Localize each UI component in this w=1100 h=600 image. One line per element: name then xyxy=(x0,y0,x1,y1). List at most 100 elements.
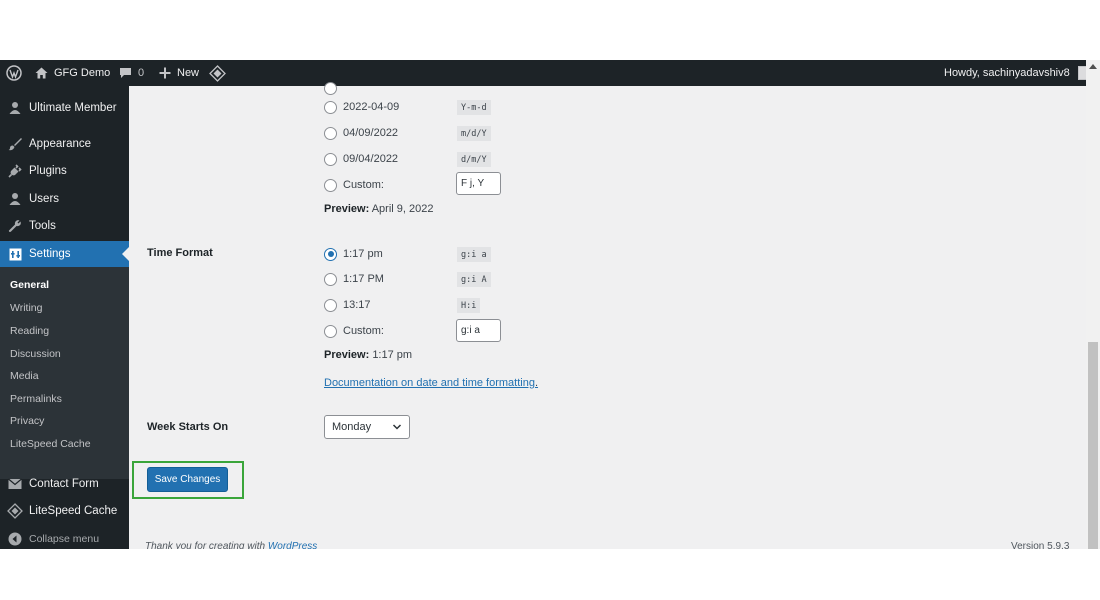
preview-label: Preview: xyxy=(324,349,370,361)
scroll-up-arrow-icon[interactable] xyxy=(1089,64,1097,69)
sidebar-item-label: Collapse menu xyxy=(29,533,100,545)
preview-label: Preview: xyxy=(324,203,370,215)
preview-value: 1:17 pm xyxy=(372,349,413,361)
save-changes-button[interactable]: Save Changes xyxy=(147,467,228,492)
date-format-option-dmy[interactable]: 09/04/2022 xyxy=(324,151,398,167)
radio-button[interactable] xyxy=(324,247,337,261)
admin-bar: GFG Demo 0 New Howdy, sachinyadavshiv8 xyxy=(0,60,1092,86)
option-label: 2022-04-09 xyxy=(343,101,400,113)
radio-button[interactable] xyxy=(324,178,337,192)
submenu-item-litespeed-cache[interactable]: LiteSpeed Cache xyxy=(10,438,91,450)
sidebar-item-label: Appearance xyxy=(29,138,92,150)
time-format-option-lowercase[interactable]: 1:17 pm xyxy=(324,246,383,262)
howdy-text: Howdy, sachinyadavshiv8 xyxy=(944,67,1070,79)
admin-sidebar: Ultimate Member Appearance Plugins Users… xyxy=(0,86,129,549)
home-icon xyxy=(35,67,48,79)
plus-icon xyxy=(159,67,171,79)
date-format-option-partial[interactable] xyxy=(324,80,337,96)
wrench-icon xyxy=(7,218,23,234)
submenu-item-media[interactable]: Media xyxy=(10,370,39,382)
submenu-item-permalinks[interactable]: Permalinks xyxy=(10,393,62,405)
date-time-doc-link[interactable]: Documentation on date and time formattin… xyxy=(324,377,538,389)
sidebar-item-contact-form[interactable]: Contact Form xyxy=(0,471,129,497)
time-format-option-custom[interactable]: Custom: xyxy=(324,323,384,339)
format-code: H:i xyxy=(457,298,481,313)
version-text: Version 5.9.3 xyxy=(1011,541,1070,549)
time-format-label: Time Format xyxy=(147,247,213,259)
date-format-option-custom[interactable]: Custom: xyxy=(324,177,384,193)
scrollbar-thumb[interactable] xyxy=(1088,342,1098,549)
sidebar-item-label: Ultimate Member xyxy=(29,102,117,114)
sidebar-item-label: LiteSpeed Cache xyxy=(29,505,118,517)
mail-icon xyxy=(7,476,23,492)
sidebar-item-ultimate-member[interactable]: Ultimate Member xyxy=(0,95,129,121)
radio-button[interactable] xyxy=(324,126,337,140)
screenshot-viewport: GFG Demo 0 New Howdy, sachinyadavshiv8 U… xyxy=(0,60,1100,549)
submenu-item-general[interactable]: General xyxy=(10,279,49,291)
submenu-item-privacy[interactable]: Privacy xyxy=(10,415,44,427)
comments-link[interactable]: 0 xyxy=(119,60,144,86)
time-format-preview: Preview: 1:17 pm xyxy=(324,349,412,361)
settings-content: 2022-04-09 Y-m-d 04/09/2022 m/d/Y 09/04/… xyxy=(129,81,1086,549)
submenu-item-reading[interactable]: Reading xyxy=(10,325,49,337)
comment-icon xyxy=(120,68,131,78)
date-format-option-mdy[interactable]: 04/09/2022 xyxy=(324,125,398,141)
date-format-preview: Preview: April 9, 2022 xyxy=(324,203,433,215)
radio-button[interactable] xyxy=(324,152,337,166)
footer-thanks-text: Thank you for creating with xyxy=(145,541,266,549)
site-name-link[interactable]: GFG Demo xyxy=(35,60,110,86)
radio-button[interactable] xyxy=(324,272,337,286)
week-starts-select[interactable]: Monday xyxy=(324,415,410,439)
radio-button[interactable] xyxy=(324,100,337,114)
option-label: 1:17 pm xyxy=(343,248,383,260)
submenu-item-writing[interactable]: Writing xyxy=(10,302,42,314)
site-name: GFG Demo xyxy=(54,67,111,79)
radio-button[interactable] xyxy=(324,81,337,95)
option-label: 09/04/2022 xyxy=(343,153,399,165)
sidebar-item-plugins[interactable]: Plugins xyxy=(0,158,129,184)
link-period: . xyxy=(534,377,539,389)
radio-button[interactable] xyxy=(324,298,337,312)
format-code: g:i a xyxy=(457,247,491,262)
sidebar-item-litespeed-cache[interactable]: LiteSpeed Cache xyxy=(0,498,129,524)
sidebar-item-users[interactable]: Users xyxy=(0,186,129,212)
option-label: 1:17 PM xyxy=(343,273,384,285)
sidebar-item-label: Users xyxy=(29,193,60,205)
comments-count: 0 xyxy=(138,67,145,79)
format-code: d/m/Y xyxy=(457,152,491,167)
option-label: 04/09/2022 xyxy=(343,127,399,139)
sidebar-item-label: Contact Form xyxy=(29,478,99,490)
doc-link-text[interactable]: Documentation on date and time formattin… xyxy=(324,377,535,389)
diamond-icon xyxy=(7,503,23,519)
submenu-item-discussion[interactable]: Discussion xyxy=(10,348,61,360)
new-content-link[interactable]: New xyxy=(159,60,199,86)
preview-value: April 9, 2022 xyxy=(371,203,434,215)
sidebar-item-label: Tools xyxy=(29,220,56,232)
sidebar-item-settings[interactable]: Settings xyxy=(0,241,129,267)
collapse-icon xyxy=(7,531,23,547)
chevron-down-icon xyxy=(392,424,402,430)
custom-time-format-input[interactable] xyxy=(456,319,501,342)
sidebar-item-label: Plugins xyxy=(29,165,67,177)
settings-icon xyxy=(7,246,23,262)
radio-button[interactable] xyxy=(324,324,337,338)
time-format-option-uppercase[interactable]: 1:17 PM xyxy=(324,271,384,287)
sidebar-item-tools[interactable]: Tools xyxy=(0,213,129,239)
selected-value: Monday xyxy=(332,421,372,433)
my-account-menu[interactable]: Howdy, sachinyadavshiv8 xyxy=(944,60,1092,86)
brush-icon xyxy=(7,136,23,152)
format-code: m/d/Y xyxy=(457,126,491,141)
option-label: Custom: xyxy=(343,325,384,337)
user-icon xyxy=(7,100,23,116)
custom-date-format-input[interactable] xyxy=(456,172,501,195)
week-starts-label: Week Starts On xyxy=(147,421,229,433)
collapse-menu-button[interactable]: Collapse menu xyxy=(0,526,129,549)
date-format-option-ymd[interactable]: 2022-04-09 xyxy=(324,99,399,115)
sidebar-item-appearance[interactable]: Appearance xyxy=(0,131,129,157)
sidebar-item-label: Settings xyxy=(29,248,71,260)
time-format-option-24h[interactable]: 13:17 xyxy=(324,297,371,313)
litespeed-diamond-icon[interactable] xyxy=(209,60,226,86)
wordpress-logo-icon[interactable] xyxy=(6,60,22,86)
wordpress-link[interactable]: WordPress xyxy=(268,541,317,549)
plug-icon xyxy=(7,163,23,179)
